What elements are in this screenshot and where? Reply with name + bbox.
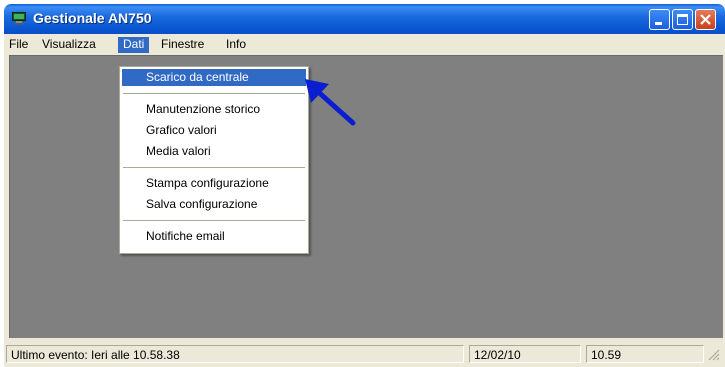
menu-finestre[interactable]: Finestre bbox=[156, 37, 209, 53]
menu-bar: File Visualizza Dati Finestre Info bbox=[4, 34, 725, 54]
status-date: 12/02/10 bbox=[469, 345, 581, 363]
menu-info[interactable]: Info bbox=[221, 37, 251, 53]
menuitem-stampa-configurazione[interactable]: Stampa configurazione bbox=[122, 175, 306, 192]
dati-dropdown-menu: Scarico da centrale Manutenzione storico… bbox=[119, 66, 309, 254]
menuitem-scarico-da-centrale[interactable]: Scarico da centrale bbox=[122, 69, 306, 86]
menuitem-manutenzione-storico[interactable]: Manutenzione storico bbox=[122, 101, 306, 118]
menuitem-notifiche-email[interactable]: Notifiche email bbox=[122, 228, 306, 245]
menu-visualizza[interactable]: Visualizza bbox=[37, 37, 101, 53]
mdi-client-area bbox=[9, 55, 723, 338]
menuitem-media-valori[interactable]: Media valori bbox=[122, 143, 306, 160]
resize-grip-icon[interactable] bbox=[708, 349, 720, 361]
title-bar[interactable]: Gestionale AN750 bbox=[4, 4, 725, 34]
menu-separator bbox=[123, 220, 305, 221]
status-last-event: Ultimo evento: Ieri alle 10.58.38 bbox=[6, 345, 464, 363]
maximize-button[interactable] bbox=[672, 9, 693, 30]
maximize-icon bbox=[677, 14, 688, 25]
app-window: Gestionale AN750 File Visualizza Dati Fi… bbox=[4, 4, 725, 367]
minimize-icon bbox=[655, 22, 662, 25]
menuitem-salva-configurazione[interactable]: Salva configurazione bbox=[122, 196, 306, 213]
menu-separator bbox=[123, 167, 305, 168]
close-icon bbox=[700, 14, 711, 25]
menuitem-grafico-valori[interactable]: Grafico valori bbox=[122, 122, 306, 139]
menu-file[interactable]: File bbox=[4, 37, 33, 53]
status-time: 10.59 bbox=[586, 345, 704, 363]
menu-dati[interactable]: Dati bbox=[118, 37, 150, 53]
close-button[interactable] bbox=[695, 9, 716, 30]
minimize-button[interactable] bbox=[649, 9, 670, 30]
annotation-arrow-icon bbox=[305, 79, 356, 126]
window-title: Gestionale AN750 bbox=[33, 10, 152, 26]
app-icon bbox=[12, 12, 26, 25]
menu-separator bbox=[123, 93, 305, 94]
status-bar: Ultimo evento: Ieri alle 10.58.38 12/02/… bbox=[4, 340, 725, 367]
